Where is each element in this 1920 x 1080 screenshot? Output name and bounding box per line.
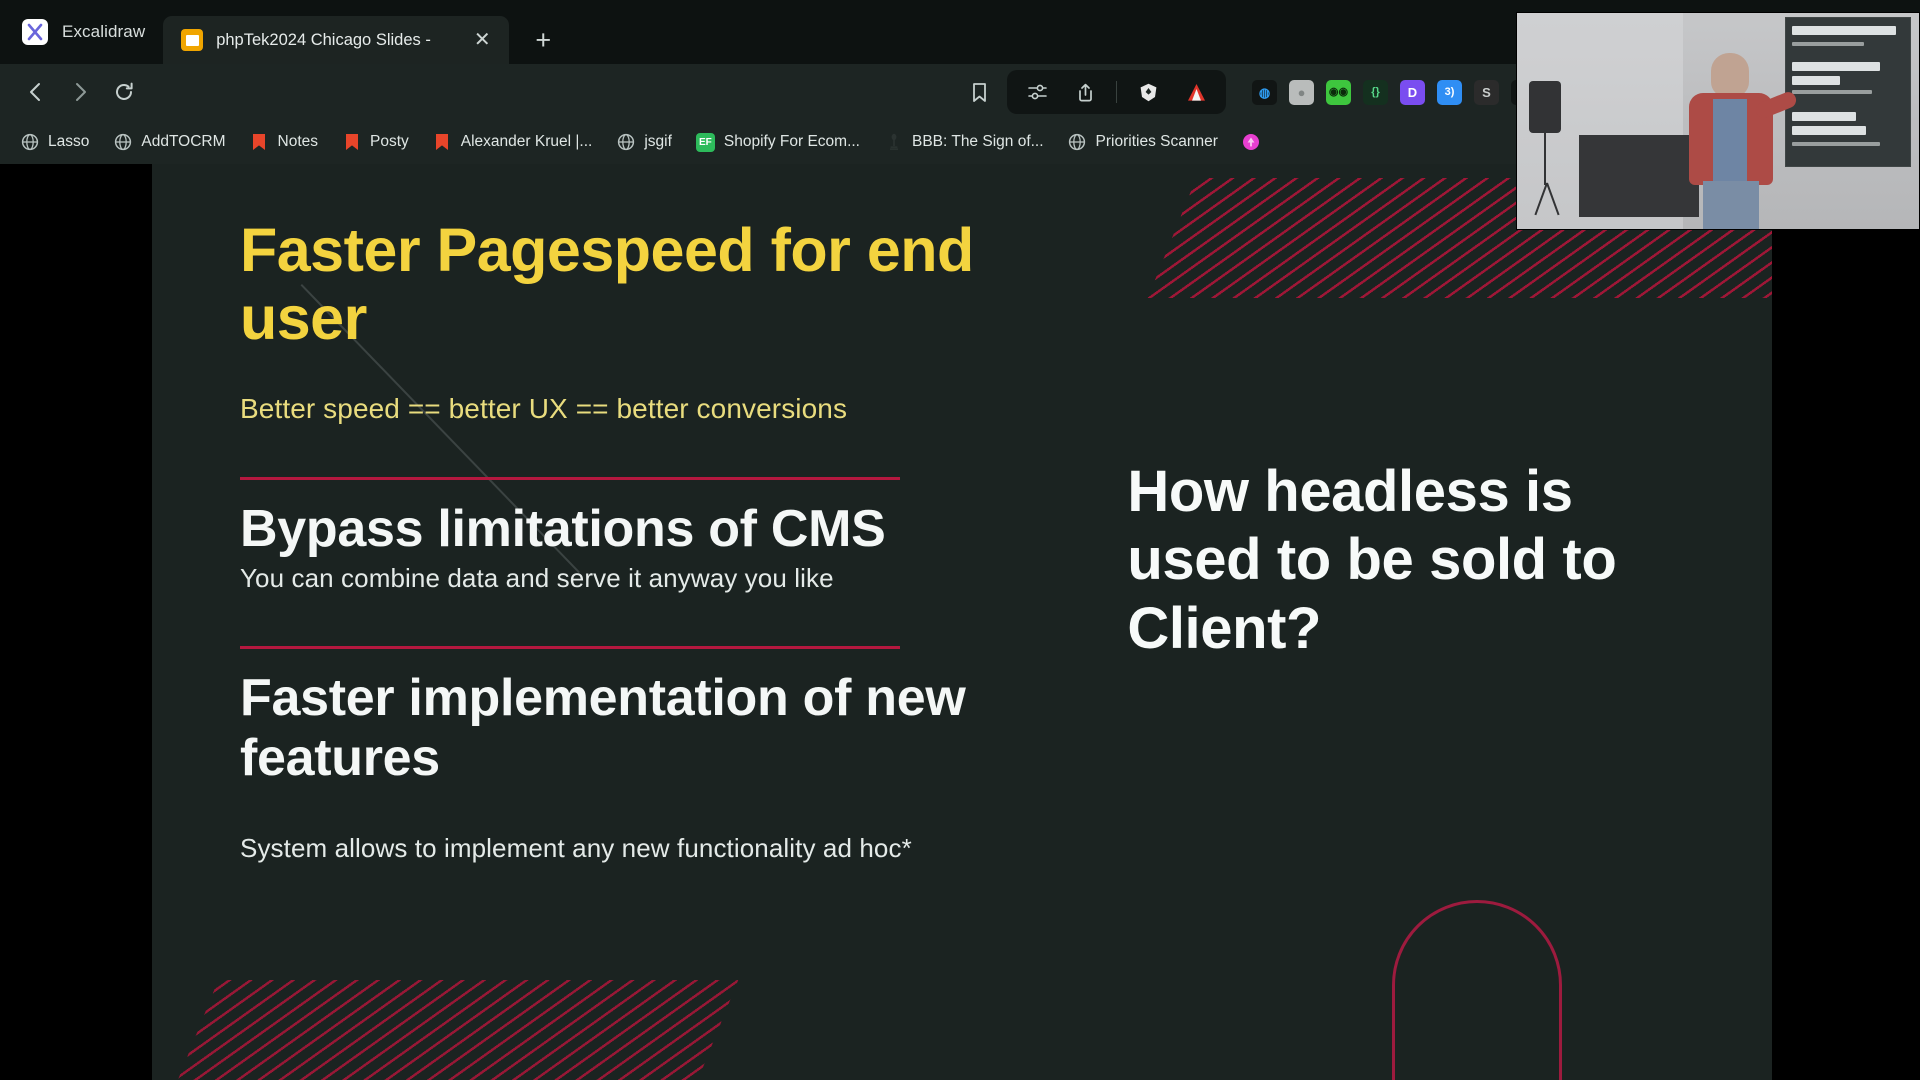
bookmark-alexander-kruel[interactable]: Alexander Kruel |...: [423, 129, 603, 156]
slide-right-column: How headless is used to be sold to Clien…: [1079, 216, 1692, 864]
brave-lion-icon[interactable]: [1126, 70, 1170, 114]
excalidraw-logo-icon: [22, 19, 48, 45]
section-divider: [240, 646, 900, 650]
forward-icon[interactable]: [58, 70, 102, 114]
tab-title: phpTek2024 Chicago Slides -: [216, 30, 431, 49]
section-heading-2: Faster implementation of new features: [240, 669, 966, 788]
bookmark-label: Alexander Kruel |...: [460, 133, 593, 150]
presenter-webcam-overlay[interactable]: [1516, 12, 1920, 230]
ext-green-glasses-icon[interactable]: ◉◉: [1326, 79, 1351, 105]
bookmark-priorities-scanner[interactable]: Priorities Scanner: [1058, 129, 1228, 156]
back-icon[interactable]: [14, 70, 58, 114]
slide-content: Faster Pagespeed for end user Better spe…: [152, 164, 1772, 864]
section-subtext-2: System allows to implement any new funct…: [240, 833, 912, 864]
ext-shopify-icon[interactable]: S: [1474, 79, 1499, 105]
reload-icon[interactable]: [102, 70, 146, 114]
ext-code-brackets-icon[interactable]: {}: [1363, 79, 1388, 105]
toolbar-divider: [1116, 81, 1117, 103]
video-overlay-scrim: [1517, 13, 1919, 229]
bookmark-posty[interactable]: Posty: [332, 129, 419, 156]
app-title: Excalidraw: [62, 22, 146, 41]
bookmark-notes[interactable]: Notes: [240, 129, 329, 156]
new-tab-button[interactable]: +: [523, 20, 563, 60]
sliders-icon[interactable]: [1015, 70, 1059, 114]
pink-badge-icon: [1242, 133, 1261, 152]
slide-question-heading: How headless is used to be sold to Clien…: [1127, 459, 1617, 661]
slides-favicon-icon: [181, 29, 204, 51]
slide-left-column: Faster Pagespeed for end user Better spe…: [240, 216, 1079, 864]
bookmark-bbb[interactable]: BBB: The Sign of...: [874, 129, 1054, 156]
bookmark-label: Shopify For Ecom...: [723, 133, 860, 150]
bookmark-jsgif[interactable]: jsgif: [606, 129, 682, 156]
shields-actions-group: [1007, 70, 1226, 114]
section-divider: [240, 476, 900, 480]
globe-icon: [616, 133, 635, 152]
bookmark-shopify-for-ecom[interactable]: EF Shopify For Ecom...: [686, 129, 870, 156]
bookmark-icon[interactable]: [957, 70, 1001, 114]
bookmark-label: Posty: [370, 133, 409, 150]
ext-purple-d-icon[interactable]: D: [1400, 79, 1425, 105]
bookmark-pink-badge[interactable]: [1232, 129, 1280, 156]
bookmark-label: jsgif: [644, 133, 672, 150]
ext-tag-blue-icon[interactable]: ◍: [1252, 79, 1277, 105]
section-subtext-1: You can combine data and serve it anyway…: [240, 563, 834, 594]
ecomm-badge-icon: EF: [695, 132, 715, 152]
browser-window: Excalidraw phpTek2024 Chicago Slides - ✕…: [0, 0, 1920, 1080]
globe-icon: [1068, 133, 1087, 152]
bookmark-ribbon-icon: [433, 133, 452, 152]
slide-canvas: Faster Pagespeed for end user Better spe…: [152, 164, 1772, 1080]
bookmark-lasso[interactable]: Lasso: [10, 129, 99, 156]
decorative-hatch-bottom-left: [165, 980, 739, 1080]
ext-blue-bracket-icon[interactable]: 3): [1437, 79, 1462, 105]
slide-hero-subtitle: Better speed == better UX == better conv…: [240, 392, 848, 424]
slide-hero-title: Faster Pagespeed for end user: [240, 216, 974, 353]
bookmark-ribbon-icon: [250, 133, 269, 152]
brave-rewards-icon[interactable]: [1174, 70, 1218, 114]
bookmark-label: AddTOCRM: [141, 133, 226, 150]
decorative-arc: [1392, 900, 1562, 1080]
page-viewport: Faster Pagespeed for end user Better spe…: [0, 164, 1920, 1080]
app-badge: Excalidraw: [0, 0, 163, 64]
globe-icon: [113, 133, 132, 152]
bookmark-label: Notes: [277, 133, 319, 150]
bbb-torch-icon: [884, 133, 903, 152]
globe-icon: [20, 133, 39, 152]
share-icon[interactable]: [1063, 70, 1107, 114]
bookmark-ribbon-icon: [342, 133, 361, 152]
ext-grey-avatar-icon[interactable]: ●: [1289, 79, 1314, 105]
section-heading-1: Bypass limitations of CMS: [240, 499, 886, 558]
bookmark-label: BBB: The Sign of...: [912, 133, 1044, 150]
close-icon[interactable]: ✕: [469, 27, 495, 53]
tab-phptek2024-slides[interactable]: phpTek2024 Chicago Slides - ✕: [163, 16, 510, 64]
bookmark-label: Priorities Scanner: [1095, 133, 1218, 150]
bookmark-addtocrm[interactable]: AddTOCRM: [103, 129, 235, 156]
bookmark-label: Lasso: [48, 133, 90, 150]
